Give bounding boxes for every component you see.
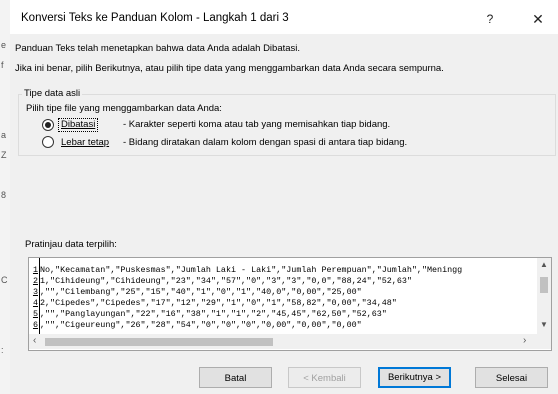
radio-fixed-width[interactable] [42, 136, 54, 148]
radio-fixed-width-description: - Bidang diratakan dalam kolom dengan sp… [123, 137, 408, 148]
data-preview-pane[interactable]: 1 No,"Kecamatan","Puskesmas","Jumlah Laki… [28, 257, 552, 351]
preview-row-text: ,"","Panglayungan","22","16","38","1","1… [40, 309, 387, 319]
scroll-down-icon[interactable]: ▼ [537, 320, 551, 329]
margin-char: C [1, 275, 8, 285]
radio-delimited-label[interactable]: Dibatasi [61, 119, 95, 130]
preview-row: 3 ,"","Cilembang","25","15","40","1","0",… [29, 287, 362, 298]
preview-row-text: ,"","Cilembang","25","15","40","1","0","… [40, 287, 362, 297]
margin-char: a [1, 130, 7, 140]
file-type-prompt: Pilih tipe file yang menggambarkan data … [26, 103, 222, 114]
preview-row-text: ,"","Cigeureung","26","28","54","0","0",… [40, 320, 362, 330]
scroll-right-icon[interactable]: › [523, 335, 526, 346]
horizontal-scroll-thumb[interactable] [45, 338, 273, 346]
help-button[interactable]: ? [476, 8, 504, 30]
preview-row: 5 ,"","Panglayungan","22","16","38","1","… [29, 309, 387, 320]
scroll-left-icon[interactable]: ‹ [33, 335, 36, 346]
horizontal-scrollbar[interactable]: ‹ › [29, 334, 537, 349]
preview-row: 4 2,"Cipedes","Cipedes","17","12","29","1… [29, 298, 397, 309]
line-number: 1 [32, 265, 38, 275]
cancel-button[interactable]: Batal [199, 367, 272, 388]
line-number: 5 [32, 309, 38, 319]
radio-delimited-description: - Karakter seperti koma atau tab yang me… [123, 119, 391, 130]
preview-row: 2 1,"Cihideung","Cihideung","23","34","57… [29, 276, 412, 287]
preview-row: 1 No,"Kecamatan","Puskesmas","Jumlah Laki… [29, 265, 462, 276]
line-number: 4 [32, 298, 38, 308]
margin-char: e [1, 40, 7, 50]
scrollbar-corner [537, 334, 551, 349]
close-button[interactable]: ✕ [524, 8, 552, 30]
dialog-title: Konversi Teks ke Panduan Kolom - Langkah… [21, 12, 289, 24]
radio-fixed-width-label[interactable]: Lebar tetap [61, 137, 109, 148]
vertical-scroll-thumb[interactable] [540, 277, 548, 293]
finish-button[interactable]: Selesai [475, 367, 548, 388]
scroll-up-icon[interactable]: ▲ [537, 260, 551, 269]
title-bar: Konversi Teks ke Panduan Kolom - Langkah… [10, 0, 558, 34]
preview-row-text: 2,"Cipedes","Cipedes","17","12","29","1"… [40, 298, 397, 308]
preview-row-text: 1,"Cihideung","Cihideung","23","34","57"… [40, 276, 412, 286]
group-label: Tipe data asli [22, 88, 83, 99]
vertical-scrollbar[interactable]: ▲ ▼ [537, 258, 551, 334]
preview-row-text: No,"Kecamatan","Puskesmas","Jumlah Laki … [40, 265, 463, 275]
text-import-wizard-dialog: Konversi Teks ke Panduan Kolom - Langkah… [10, 0, 558, 394]
preview-row: 6 ,"","Cigeureung","26","28","54","0","0"… [29, 320, 362, 331]
back-button[interactable]: < Kembali [288, 367, 361, 388]
next-button[interactable]: Berikutnya > [378, 367, 451, 388]
line-number: 3 [32, 287, 38, 297]
margin-char: Z [1, 150, 7, 160]
intro-text-1: Panduan Teks telah menetapkan bahwa data… [15, 43, 301, 54]
line-number: 2 [32, 276, 38, 286]
margin-char: f [1, 60, 4, 70]
margin-char: 8 [1, 190, 7, 200]
margin-char: : [1, 345, 4, 355]
preview-label: Pratinjau data terpilih: [25, 239, 117, 250]
radio-delimited[interactable] [42, 119, 54, 131]
intro-text-2: Jika ini benar, pilih Berikutnya, atau p… [15, 63, 444, 74]
line-number: 6 [32, 320, 38, 330]
